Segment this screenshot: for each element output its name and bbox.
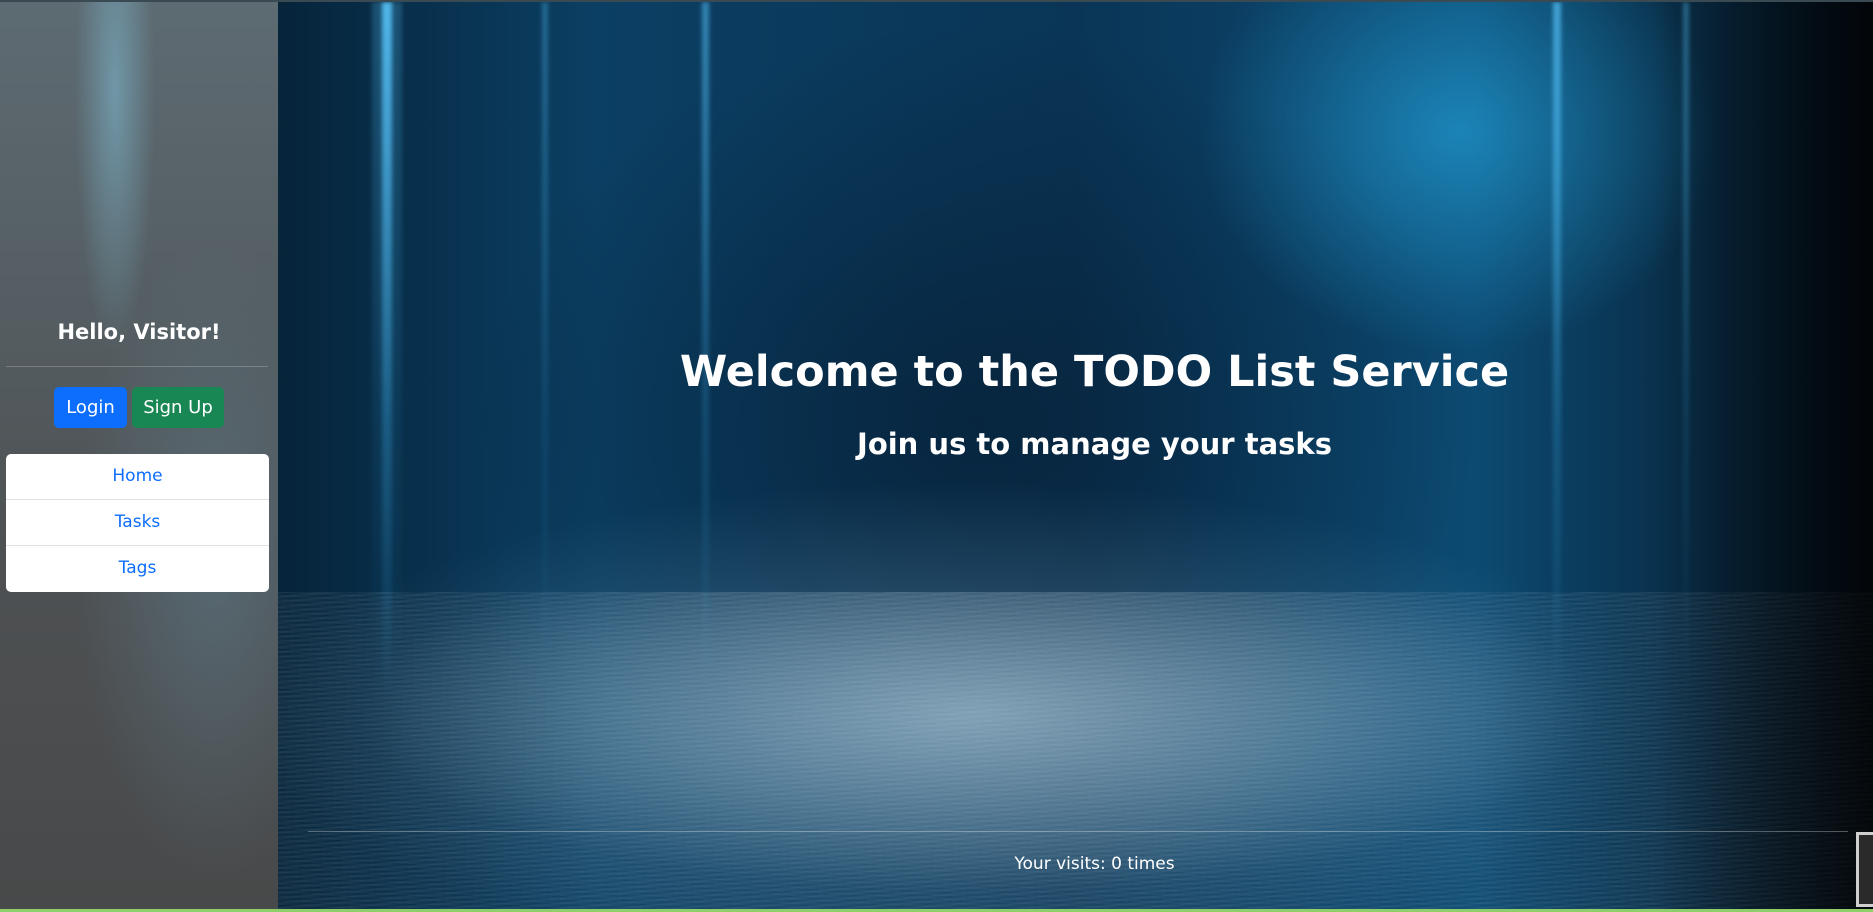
- page: Hello, Visitor! Login Sign Up Home Tasks…: [0, 0, 1873, 912]
- footer-divider: [308, 831, 1848, 832]
- sidebar: Hello, Visitor! Login Sign Up Home Tasks…: [0, 2, 278, 909]
- greeting-prefix: Hello,: [57, 320, 134, 344]
- page-subtitle: Join us to manage your tasks: [857, 427, 1332, 461]
- signup-button[interactable]: Sign Up: [132, 387, 224, 428]
- corner-widget[interactable]: [1856, 832, 1873, 907]
- sidebar-divider: [6, 366, 268, 367]
- greeting: Hello, Visitor!: [0, 320, 278, 344]
- auth-buttons: Login Sign Up: [0, 387, 278, 428]
- nav-list: Home Tasks Tags: [6, 454, 269, 592]
- login-button[interactable]: Login: [54, 387, 127, 428]
- greeting-name: Visitor: [133, 320, 211, 344]
- nav-item-home[interactable]: Home: [6, 454, 269, 500]
- nav-item-tags[interactable]: Tags: [6, 546, 269, 592]
- hero-section: Welcome to the TODO List Service Join us…: [278, 2, 1873, 909]
- visits-counter: Your visits: 0 times: [1014, 854, 1175, 874]
- page-title: Welcome to the TODO List Service: [679, 347, 1510, 397]
- nav-item-tasks[interactable]: Tasks: [6, 500, 269, 546]
- greeting-suffix: !: [210, 320, 221, 344]
